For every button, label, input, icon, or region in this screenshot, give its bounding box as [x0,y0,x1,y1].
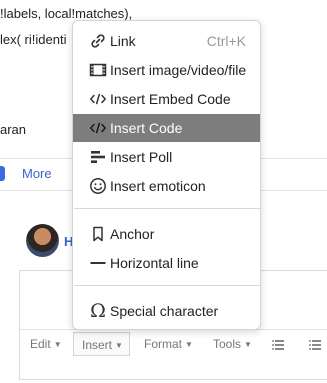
menu-item-special-character[interactable]: Ω Special character [73,297,260,325]
edit-menu-button[interactable]: Edit ▼ [30,337,62,351]
code-icon [88,118,108,138]
tools-menu-button[interactable]: Tools ▼ [213,337,252,351]
caret-down-icon: ▼ [185,340,193,349]
code-text-line-1: !labels, local!matches), [0,6,133,21]
omega-icon: Ω [90,300,106,322]
embed-code-icon [88,89,108,109]
menu-item-anchor[interactable]: Anchor [73,220,260,248]
smiley-icon [88,176,108,196]
avatar[interactable] [26,224,59,257]
menu-divider [74,208,261,209]
caret-down-icon: ▼ [53,340,62,349]
caret-down-icon: ▼ [244,340,252,349]
author-name-fragment: aran [0,122,27,137]
menu-item-link[interactable]: Link Ctrl+K [73,27,260,55]
menu-item-insert-emoticon[interactable]: Insert emoticon [73,172,260,200]
menu-divider [74,285,261,286]
code-text-line-2: lex( ri!identi [0,32,67,47]
menu-item-insert-code[interactable]: Insert Code [73,114,260,142]
shortcut-label: Ctrl+K [206,33,246,49]
bookmark-icon [88,224,108,244]
menu-item-horizontal-line[interactable]: Horizontal line [73,249,260,277]
format-menu-button[interactable]: Format ▼ [144,337,193,351]
action-button-edge[interactable] [0,166,5,181]
poll-icon [88,147,108,167]
horizontal-line-icon [88,253,108,273]
bullet-list-icon[interactable] [272,340,284,350]
menu-item-insert-poll[interactable]: Insert Poll [73,143,260,171]
more-link[interactable]: More [22,166,52,181]
menu-item-insert-embed-code[interactable]: Insert Embed Code [73,85,260,113]
numbered-list-icon[interactable] [309,340,321,350]
insert-menu-button[interactable]: Insert ▼ [73,332,130,356]
editor-toolbar: Edit ▼ Insert ▼ Format ▼ Tools ▼ [20,329,327,357]
image-video-file-icon [88,60,108,80]
link-icon [88,31,108,51]
insert-dropdown-menu: Link Ctrl+K Insert image/video/file Inse… [72,20,261,330]
caret-down-icon: ▼ [115,341,123,350]
menu-item-insert-image-video-file[interactable]: Insert image/video/file [73,56,260,84]
